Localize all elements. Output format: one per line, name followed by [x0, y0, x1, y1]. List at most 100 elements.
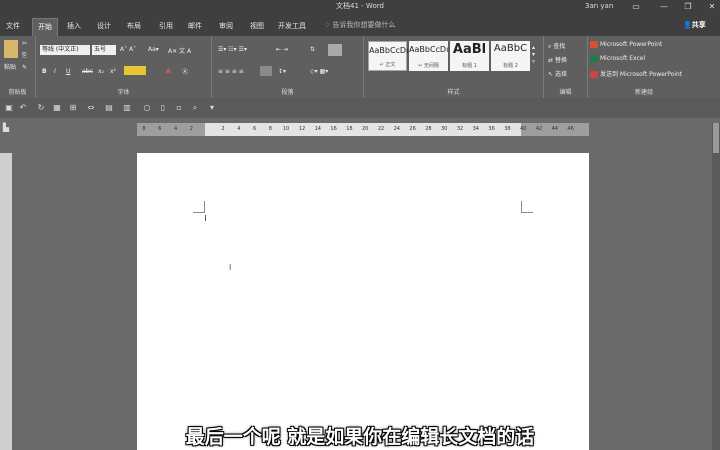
style-sample: AaBbC: [493, 43, 528, 54]
tab-home[interactable]: 开始: [32, 18, 58, 36]
table-icon[interactable]: ▦: [52, 103, 62, 113]
replace-button[interactable]: ⇄ 替换: [548, 55, 567, 64]
style-heading-2[interactable]: AaBbC 标题 2: [491, 41, 530, 71]
font-name-select[interactable]: 等线 (中文正): [40, 45, 90, 55]
ruler-tick-label: 6: [253, 126, 257, 132]
copy-icon[interactable]: ⎘: [22, 52, 27, 60]
ruler-tick-label: 28: [425, 126, 432, 132]
select-button[interactable]: ↖ 选择: [548, 69, 567, 78]
grow-font-icon[interactable]: A˄ A˅: [120, 46, 136, 53]
redo-icon[interactable]: ↻: [36, 103, 46, 113]
tab-insert[interactable]: 插入: [62, 18, 86, 36]
tab-file[interactable]: 文件: [2, 18, 24, 36]
ruler-tick-label: 34: [472, 126, 479, 132]
print-preview-icon[interactable]: ▫: [174, 103, 184, 113]
cut-icon[interactable]: ✂: [22, 40, 27, 47]
person-icon: 👤: [683, 21, 692, 29]
excel-button[interactable]: Microsoft Excel: [590, 55, 645, 62]
group-styles: AaBbCcDı ↵ 正文 AaBbCcDı ↵ 无间隔 AaBl 标题 1 A…: [364, 36, 544, 98]
circle-icon[interactable]: ○: [142, 103, 152, 113]
subscript-button[interactable]: x₂: [98, 68, 104, 75]
quick-access-toolbar: ▣ ↶ ↻ ▦ ⊞ ⇔ ▤ ▥ ○ ▯ ▫ ⌕ ▾: [0, 98, 720, 118]
margin-corner-tr: [521, 201, 533, 213]
document-page[interactable]: I: [137, 153, 589, 450]
line-spacing-icon[interactable]: ↕▾: [278, 68, 286, 75]
customize-qat-icon[interactable]: ▾: [207, 103, 217, 113]
tell-me-text: 告诉我你想要做什么: [332, 21, 396, 29]
change-case-icon[interactable]: Aa▾: [148, 46, 159, 53]
columns-icon[interactable]: ▥: [122, 103, 132, 113]
scrollbar-thumb[interactable]: [713, 123, 719, 153]
undo-icon[interactable]: ↶: [18, 103, 28, 113]
share-button[interactable]: 👤共享: [683, 20, 706, 30]
show-marks-icon[interactable]: [328, 44, 342, 56]
font-color-button[interactable]: A: [166, 68, 171, 75]
paste-icon[interactable]: [4, 40, 18, 58]
sort-icon[interactable]: ⇅: [310, 46, 315, 53]
font-size-select[interactable]: 五号: [92, 45, 116, 55]
ribbon-display-button[interactable]: ▭: [624, 0, 648, 13]
horizontal-ruler[interactable]: 8 6 4 2 2 4 6 8 10 12 14 16 18 20 22 24 26 28 30 32 34 36 38 40…: [137, 123, 589, 136]
font-group-label: 字体: [117, 89, 130, 96]
paste-button[interactable]: 粘贴: [4, 62, 16, 71]
tab-mailings[interactable]: 邮件: [183, 18, 207, 36]
close-button[interactable]: ✕: [700, 0, 720, 13]
ruler-tick-label: 6: [158, 126, 162, 132]
styles-scroll-icon[interactable]: ▴ ▾ ▿: [532, 44, 535, 65]
tab-review[interactable]: 审阅: [214, 18, 238, 36]
italic-button[interactable]: I: [54, 68, 56, 75]
superscript-button[interactable]: x²: [110, 68, 116, 75]
tab-developer[interactable]: 开发工具: [275, 18, 309, 36]
style-heading-1[interactable]: AaBl 标题 1: [450, 41, 489, 71]
tab-layout[interactable]: 布局: [122, 18, 146, 36]
minimize-button[interactable]: —: [652, 0, 676, 13]
margin-corner-tl: [193, 201, 205, 213]
spacing-icon[interactable]: ⇔: [86, 103, 96, 113]
format-painter-icon[interactable]: ✎: [22, 64, 27, 71]
tab-view[interactable]: 视图: [245, 18, 269, 36]
style-name: 标题 2: [503, 63, 518, 69]
style-normal[interactable]: AaBbCcDı ↵ 正文: [368, 41, 408, 71]
style-sample: AaBl: [452, 42, 487, 57]
vertical-scrollbar[interactable]: [712, 123, 720, 450]
tab-references[interactable]: 引用: [154, 18, 178, 36]
underline-button[interactable]: U: [66, 68, 70, 75]
enclose-char-icon[interactable]: Ⓐ: [182, 67, 188, 76]
bold-button[interactable]: B: [42, 68, 47, 75]
highlight-icon[interactable]: [124, 66, 146, 75]
ruler-toggle-icon[interactable]: ▙: [0, 123, 12, 136]
find-button[interactable]: ⌕ 查找: [548, 41, 565, 51]
page-icon[interactable]: ▯: [158, 103, 168, 113]
align-icons[interactable]: ≡ ≡ ≡ ≡: [218, 68, 244, 75]
user-name[interactable]: 3an yan: [585, 0, 613, 13]
tab-design[interactable]: 设计: [92, 18, 116, 36]
send-powerpoint-button[interactable]: 发送到 Microsoft PowerPoint: [590, 69, 682, 78]
clear-format-icon[interactable]: A✕ 文 A: [168, 46, 191, 55]
ruler-tick-label: 2: [221, 126, 225, 132]
group-new: Microsoft PowerPoint Microsoft Excel 发送到…: [588, 36, 700, 98]
save-icon[interactable]: ▣: [4, 103, 14, 113]
find-page-icon[interactable]: ⌕: [190, 103, 200, 113]
justify-icon[interactable]: [260, 66, 272, 76]
ibeam-cursor-icon: I: [229, 263, 232, 272]
ruler-tick-label: 16: [330, 126, 337, 132]
tell-me-box[interactable]: ♢ 告诉我你想要做什么: [324, 20, 396, 30]
indent-icon[interactable]: ⇤ ⇥: [276, 46, 288, 53]
excel-label: Microsoft Excel: [600, 55, 646, 62]
excel-icon: [590, 55, 598, 62]
send-icon: [590, 71, 598, 78]
vertical-ruler[interactable]: [0, 153, 12, 450]
style-name: 标题 1: [462, 63, 477, 69]
shading-icon[interactable]: ◇▾ ▦▾: [310, 68, 328, 75]
style-no-spacing[interactable]: AaBbCcDı ↵ 无间隔: [409, 41, 448, 71]
group-clipboard: 粘贴 ✂ ⎘ ✎ 剪贴板: [0, 36, 36, 98]
ruler-tick-label: 44: [551, 126, 558, 132]
restore-button[interactable]: ❐: [676, 0, 700, 13]
ruler-tick-label: 46: [567, 126, 574, 132]
grid-icon[interactable]: ⊞: [68, 103, 78, 113]
strikethrough-button[interactable]: abc: [82, 68, 93, 75]
bullets-icon[interactable]: ☰▾ ☷▾ ☰▾: [218, 46, 247, 53]
ruler-tick-label: 36: [488, 126, 495, 132]
powerpoint-button[interactable]: Microsoft PowerPoint: [590, 41, 662, 48]
layout-icon[interactable]: ▤: [104, 103, 114, 113]
